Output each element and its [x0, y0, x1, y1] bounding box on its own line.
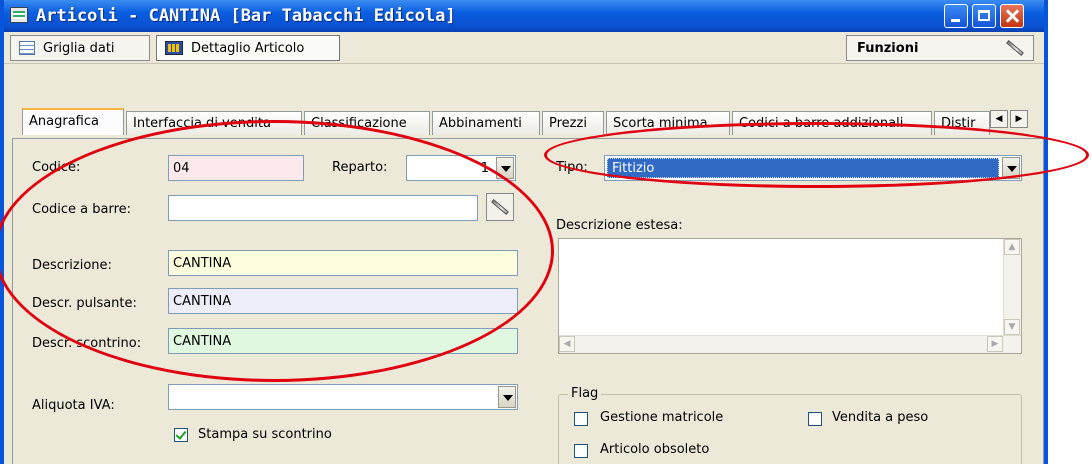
tab-label: Anagrafica — [29, 114, 99, 129]
pulsante-label: Descr. pulsante: — [32, 296, 137, 311]
codice-field[interactable]: 04 — [168, 155, 304, 181]
scontrino-label: Descr. scontrino: — [32, 336, 142, 351]
barcode-label: Codice a barre: — [32, 202, 132, 217]
estesa-label: Descrizione estesa: — [556, 218, 683, 233]
grid-view-button[interactable]: Griglia dati — [10, 35, 150, 61]
obsoleto-label: Articolo obsoleto — [600, 442, 710, 457]
tab-label: Classificazione — [311, 116, 407, 131]
iva-label: Aliquota IVA: — [32, 398, 115, 413]
app-icon — [10, 7, 28, 23]
matricole-label: Gestione matricole — [600, 410, 724, 425]
flag-title: Flag — [568, 386, 602, 401]
iva-select[interactable] — [168, 384, 518, 410]
tipo-value: Fittizio — [607, 158, 999, 178]
scroll-down-icon[interactable]: ▼ — [1004, 319, 1020, 335]
horizontal-scrollbar[interactable]: ◀ ▶ — [559, 335, 1021, 353]
tab-label: Distir — [941, 116, 976, 131]
peso-label: Vendita a peso — [832, 410, 929, 425]
detail-view-label: Dettaglio Articolo — [191, 40, 305, 56]
tab-distinta[interactable]: Distir — [934, 111, 990, 135]
pulsante-field[interactable]: CANTINA — [168, 288, 518, 314]
tab-anagrafica[interactable]: Anagrafica — [22, 108, 124, 135]
obsoleto-checkbox[interactable] — [574, 444, 588, 458]
functions-button[interactable]: Funzioni — [846, 35, 1034, 61]
tab-scroll-left-icon[interactable]: ◀ — [990, 110, 1008, 128]
reparto-label: Reparto: — [332, 160, 388, 175]
reparto-value: 1 — [480, 161, 489, 176]
grid-view-label: Griglia dati — [43, 40, 115, 56]
barcode-field[interactable] — [168, 195, 478, 221]
tipo-label: Tipo: — [556, 160, 588, 175]
tab-codici-barre[interactable]: Codici a barre addizionali — [732, 111, 932, 135]
chevron-down-icon[interactable] — [498, 386, 516, 408]
tipo-select[interactable]: Fittizio — [604, 155, 1022, 181]
tab-label: Codici a barre addizionali — [739, 116, 904, 131]
functions-label: Funzioni — [857, 40, 919, 56]
detail-view-button[interactable]: Dettaglio Articolo — [156, 35, 340, 61]
minimize-button[interactable] — [944, 4, 968, 28]
close-button[interactable] — [1000, 4, 1024, 28]
tab-scroll-right-icon[interactable]: ▶ — [1010, 110, 1028, 128]
scroll-up-icon[interactable]: ▲ — [1004, 239, 1020, 255]
magic-wand-icon — [491, 199, 509, 215]
tab-label: Abbinamenti — [439, 116, 522, 131]
codice-label: Codice: — [32, 160, 81, 175]
generate-barcode-button[interactable] — [486, 193, 514, 221]
chevron-down-icon[interactable] — [496, 157, 514, 179]
detail-icon — [165, 41, 183, 55]
scroll-left-icon[interactable]: ◀ — [559, 336, 575, 352]
tab-scorta-minima[interactable]: Scorta minima — [606, 111, 730, 135]
magic-wand-icon — [1006, 40, 1024, 56]
stampa-label: Stampa su scontrino — [198, 427, 332, 442]
matricole-checkbox[interactable] — [574, 412, 588, 426]
grid-icon — [19, 41, 35, 55]
tab-label: Interfaccia di vendita — [133, 116, 271, 131]
article-window: Articoli - CANTINA [Bar Tabacchi Edicola… — [0, 0, 1048, 464]
descrizione-label: Descrizione: — [32, 258, 112, 273]
tab-label: Scorta minima — [613, 116, 708, 131]
tab-label: Prezzi — [549, 116, 587, 131]
tab-classificazione[interactable]: Classificazione — [304, 111, 430, 135]
scroll-right-icon[interactable]: ▶ — [987, 336, 1003, 352]
tab-interfaccia-vendita[interactable]: Interfaccia di vendita — [126, 111, 302, 135]
maximize-button[interactable] — [972, 4, 996, 28]
tab-abbinamenti[interactable]: Abbinamenti — [432, 111, 540, 135]
toolbar: Griglia dati Dettaglio Articolo Funzioni — [4, 32, 1044, 64]
descrizione-estesa-field[interactable]: ▲ ▼ ◀ ▶ — [558, 238, 1022, 354]
stampa-checkbox[interactable] — [174, 428, 188, 442]
vertical-scrollbar[interactable]: ▲ ▼ — [1003, 239, 1021, 335]
window-title: Articoli - CANTINA [Bar Tabacchi Edicola… — [36, 6, 456, 26]
reparto-select[interactable]: 1 — [406, 155, 516, 181]
title-bar[interactable]: Articoli - CANTINA [Bar Tabacchi Edicola… — [4, 0, 1044, 32]
descrizione-field[interactable]: CANTINA — [168, 250, 518, 276]
peso-checkbox[interactable] — [808, 412, 822, 426]
chevron-down-icon[interactable] — [1002, 157, 1020, 179]
tab-prezzi[interactable]: Prezzi — [542, 111, 604, 135]
scontrino-field[interactable]: CANTINA — [168, 328, 518, 354]
